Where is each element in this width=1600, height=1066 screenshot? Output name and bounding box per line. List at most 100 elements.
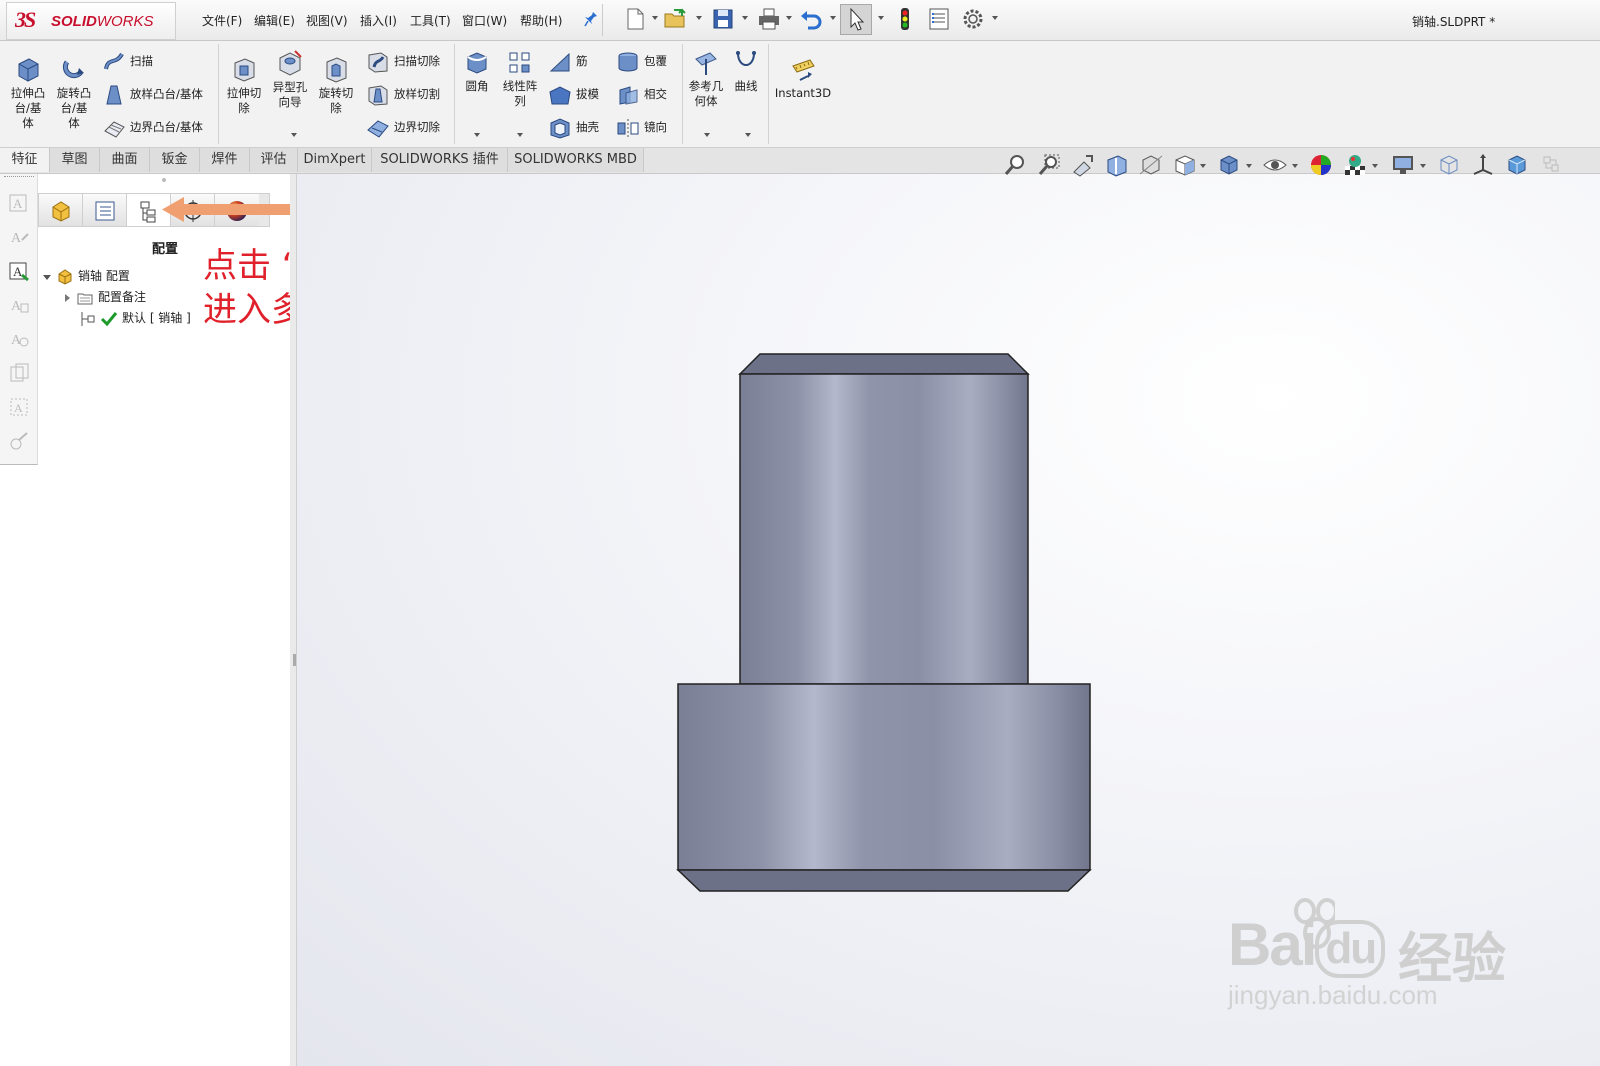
chevron-down-icon[interactable] <box>704 133 710 137</box>
wireframe-cube-icon[interactable] <box>1436 152 1462 178</box>
boundary-cut-label: 边界切除 <box>394 120 440 134</box>
fillet-button[interactable]: 圆角 <box>458 49 496 94</box>
swept-cut-button[interactable]: 扫描切除 <box>366 49 440 73</box>
tab-solidworks-mbd[interactable]: SOLIDWORKS MBD <box>508 148 644 172</box>
lofted-cut-button[interactable]: 放样切割 <box>366 82 440 106</box>
surface-finish-icon[interactable]: A <box>8 328 30 350</box>
hole-wizard-button[interactable]: 异型孔 向导 <box>268 48 312 110</box>
panel-splitter[interactable] <box>290 174 297 1066</box>
view-palette-icon[interactable] <box>1538 152 1564 178</box>
mirror-button[interactable]: 镜向 <box>616 115 667 139</box>
boundary-boss-button[interactable]: 边界凸台/基体 <box>102 115 203 139</box>
chevron-down-icon[interactable] <box>742 16 748 20</box>
edit-appearance-icon[interactable] <box>1308 152 1334 178</box>
weld-symbol-icon[interactable] <box>8 362 30 384</box>
tab-dimxpert[interactable]: DimXpert <box>298 148 372 172</box>
svg-text:A: A <box>13 196 23 211</box>
tab-sketch[interactable]: 草图 <box>50 148 100 172</box>
chevron-down-icon[interactable] <box>745 133 751 137</box>
solidworks-logo[interactable]: 3S SOLIDWORKS <box>6 2 176 40</box>
chevron-down-icon[interactable] <box>1420 164 1426 168</box>
tab-surfaces[interactable]: 曲面 <box>100 148 150 172</box>
panel-grip[interactable] <box>162 178 166 182</box>
dynamic-annotation-views-icon[interactable] <box>1138 152 1164 178</box>
intersect-button[interactable]: 相交 <box>616 82 667 106</box>
sweep-button[interactable]: 扫描 <box>102 49 153 73</box>
smart-annotation-icon[interactable]: A <box>8 192 30 214</box>
chevron-down-icon[interactable] <box>1292 164 1298 168</box>
tab-weldments[interactable]: 焊件 <box>200 148 250 172</box>
instant3d-button[interactable]: Instant3D <box>772 54 834 101</box>
tab-features[interactable]: 特征 <box>0 148 50 172</box>
tree-root-row[interactable]: 销轴 配置 <box>42 266 130 286</box>
menu-insert[interactable]: 插入(I) <box>360 12 397 29</box>
rib-button[interactable]: 筋 <box>548 49 588 73</box>
boundary-cut-button[interactable]: 边界切除 <box>366 115 440 139</box>
tab-property-manager[interactable] <box>83 194 127 226</box>
save-icon[interactable] <box>710 6 736 32</box>
linear-pattern-button[interactable]: 线性阵 列 <box>498 49 542 109</box>
datum-annotation-icon[interactable]: A <box>8 260 30 282</box>
zoom-to-fit-icon[interactable] <box>1002 152 1028 178</box>
chevron-down-icon[interactable] <box>291 133 297 137</box>
hole-callout-icon[interactable] <box>8 430 30 452</box>
view-settings-monitor-icon[interactable] <box>1390 152 1416 178</box>
tree-default-config-row[interactable]: 默认 [ 销轴 ] <box>80 308 191 328</box>
revolve-cut-button[interactable]: 旋转切 除 <box>314 54 358 116</box>
chevron-down-icon[interactable] <box>474 133 480 137</box>
chevron-down-icon[interactable] <box>992 16 998 20</box>
hide-show-items-icon[interactable] <box>1262 152 1288 178</box>
print-icon[interactable] <box>756 6 782 32</box>
reference-geometry-button[interactable]: 参考几 何体 <box>686 49 726 109</box>
tab-feature-manager[interactable] <box>39 194 83 226</box>
geometric-tolerance-icon[interactable]: A <box>8 294 30 316</box>
triad-axis-icon[interactable] <box>1470 152 1496 178</box>
chevron-down-icon[interactable] <box>517 133 523 137</box>
zoom-to-area-icon[interactable] <box>1036 152 1062 178</box>
file-properties-icon[interactable] <box>926 6 952 32</box>
apply-scene-icon[interactable] <box>1342 152 1368 178</box>
menu-view[interactable]: 视图(V) <box>306 12 348 29</box>
splitter-handle[interactable] <box>293 654 296 666</box>
gear-icon[interactable] <box>960 6 986 32</box>
chevron-down-icon[interactable] <box>1200 164 1206 168</box>
chevron-down-icon[interactable] <box>830 16 836 20</box>
chevron-down-icon[interactable] <box>1372 164 1378 168</box>
pin-icon[interactable] <box>584 11 598 30</box>
note-icon[interactable]: A <box>8 226 30 248</box>
menu-help[interactable]: 帮助(H) <box>520 12 562 29</box>
tab-solidworks-addins[interactable]: SOLIDWORKS 插件 <box>372 148 508 172</box>
open-folder-icon[interactable] <box>662 6 688 32</box>
rebuild-traffic-light-icon[interactable] <box>892 6 918 32</box>
select-tool-button[interactable] <box>840 4 872 35</box>
tab-sheet-metal[interactable]: 钣金 <box>150 148 200 172</box>
previous-view-icon[interactable] <box>1070 152 1096 178</box>
loft-boss-button[interactable]: 放样凸台/基体 <box>102 82 203 106</box>
menu-tools[interactable]: 工具(T) <box>410 12 451 29</box>
tree-notes-row[interactable]: 配置备注 <box>62 287 146 307</box>
curves-button[interactable]: 曲线 <box>730 49 762 94</box>
tab-evaluate[interactable]: 评估 <box>250 148 298 172</box>
draft-button[interactable]: 拔模 <box>548 82 599 106</box>
rail-grip[interactable] <box>4 176 34 179</box>
display-style-icon[interactable] <box>1216 152 1242 178</box>
menu-file[interactable]: 文件(F) <box>202 12 242 29</box>
chevron-down-icon[interactable] <box>1246 164 1252 168</box>
menu-window[interactable]: 窗口(W) <box>462 12 507 29</box>
chevron-down-icon[interactable] <box>652 16 658 20</box>
revolve-boss-button[interactable]: 旋转凸 台/基 体 <box>52 54 96 131</box>
undo-icon[interactable] <box>798 6 824 32</box>
view-orientation-icon[interactable] <box>1172 152 1198 178</box>
chevron-down-icon[interactable] <box>786 16 792 20</box>
datum-target-icon[interactable]: A <box>8 396 30 418</box>
new-document-icon[interactable] <box>622 6 648 32</box>
chevron-down-icon[interactable] <box>878 16 884 20</box>
shaded-cube-icon[interactable] <box>1504 152 1530 178</box>
extrude-cut-button[interactable]: 拉伸切 除 <box>222 54 266 116</box>
menu-edit[interactable]: 编辑(E) <box>254 12 295 29</box>
shell-button[interactable]: 抽壳 <box>548 115 599 139</box>
section-view-icon[interactable] <box>1104 152 1130 178</box>
chevron-down-icon[interactable] <box>696 16 702 20</box>
wrap-button[interactable]: 包覆 <box>616 49 667 73</box>
extrude-boss-button[interactable]: 拉伸凸 台/基 体 <box>6 54 50 131</box>
